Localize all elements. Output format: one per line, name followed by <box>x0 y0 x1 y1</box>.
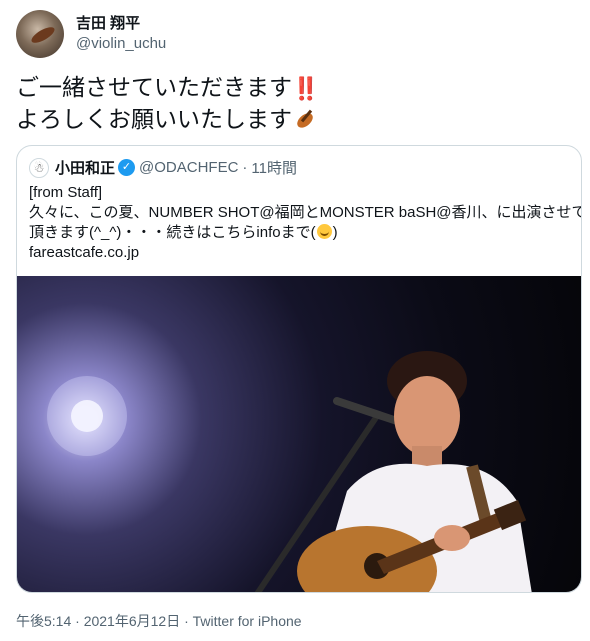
verified-badge-icon: ✓ <box>118 159 136 176</box>
quoted-tweet-text: [from Staff] 久々に、この夏、NUMBER SHOT@福岡とMONS… <box>29 183 582 263</box>
tweet-line-2: よろしくお願いいたします <box>16 104 576 135</box>
tweet-line-1-text: ご一緒させていただきます <box>16 74 292 100</box>
quoted-author-avatar[interactable]: ☃ <box>29 157 49 178</box>
concert-photo-illustration <box>47 351 532 592</box>
quoted-link[interactable]: fareastcafe.co.jp <box>29 243 574 263</box>
quoted-text-line-3: 頂きます(^_^)・・・続きはこちらinfoまで() <box>29 223 574 243</box>
violin-icon <box>29 24 57 46</box>
author-names: 吉田 翔平 @violin_uchu <box>76 14 166 54</box>
quoted-tweet-time[interactable]: 11時間 <box>251 157 297 178</box>
quoted-text-line-3b: ) <box>332 224 338 241</box>
author-avatar[interactable] <box>16 10 64 58</box>
tweet-line-2-text: よろしくお願いいたします <box>16 106 292 133</box>
concert-photo[interactable] <box>17 276 581 592</box>
quoted-author-handle[interactable]: @ODACHFEC <box>139 159 238 176</box>
quoted-text-line-1: [from Staff] <box>29 184 103 201</box>
author-display-name[interactable]: 吉田 翔平 <box>76 14 166 34</box>
tweet-line-1: ご一緒させていただきます‼️ <box>16 72 576 104</box>
author-handle[interactable]: @violin_uchu <box>76 34 166 54</box>
time-separator: · <box>242 159 248 176</box>
quoted-text-line-2: 久々に、この夏、NUMBER SHOT@福岡とMONSTER baSH@香川、に… <box>29 204 582 221</box>
smiling-face-icon <box>316 224 332 239</box>
violin-icon <box>292 108 318 134</box>
double-exclamation-icon: ‼️ <box>292 76 319 102</box>
quoted-author-name[interactable]: 小田和正 <box>55 157 115 178</box>
tweet-author[interactable]: 吉田 翔平 @violin_uchu <box>16 10 166 58</box>
tweet-timestamp[interactable]: 午後5:14 · 2021年6月12日 · Twitter for iPhone <box>16 611 302 631</box>
quoted-tweet-header: ☃ 小田和正 ✓ @ODACHFEC · 11時間 <box>29 157 297 178</box>
quoted-text-line-3a: 頂きます(^_^)・・・続きはこちらinfoまで( <box>29 224 316 241</box>
tweet-text: ご一緒させていただきます‼️ よろしくお願いいたします <box>16 72 576 135</box>
quoted-tweet[interactable]: ☃ 小田和正 ✓ @ODACHFEC · 11時間 [from Staff] 久… <box>16 145 582 593</box>
